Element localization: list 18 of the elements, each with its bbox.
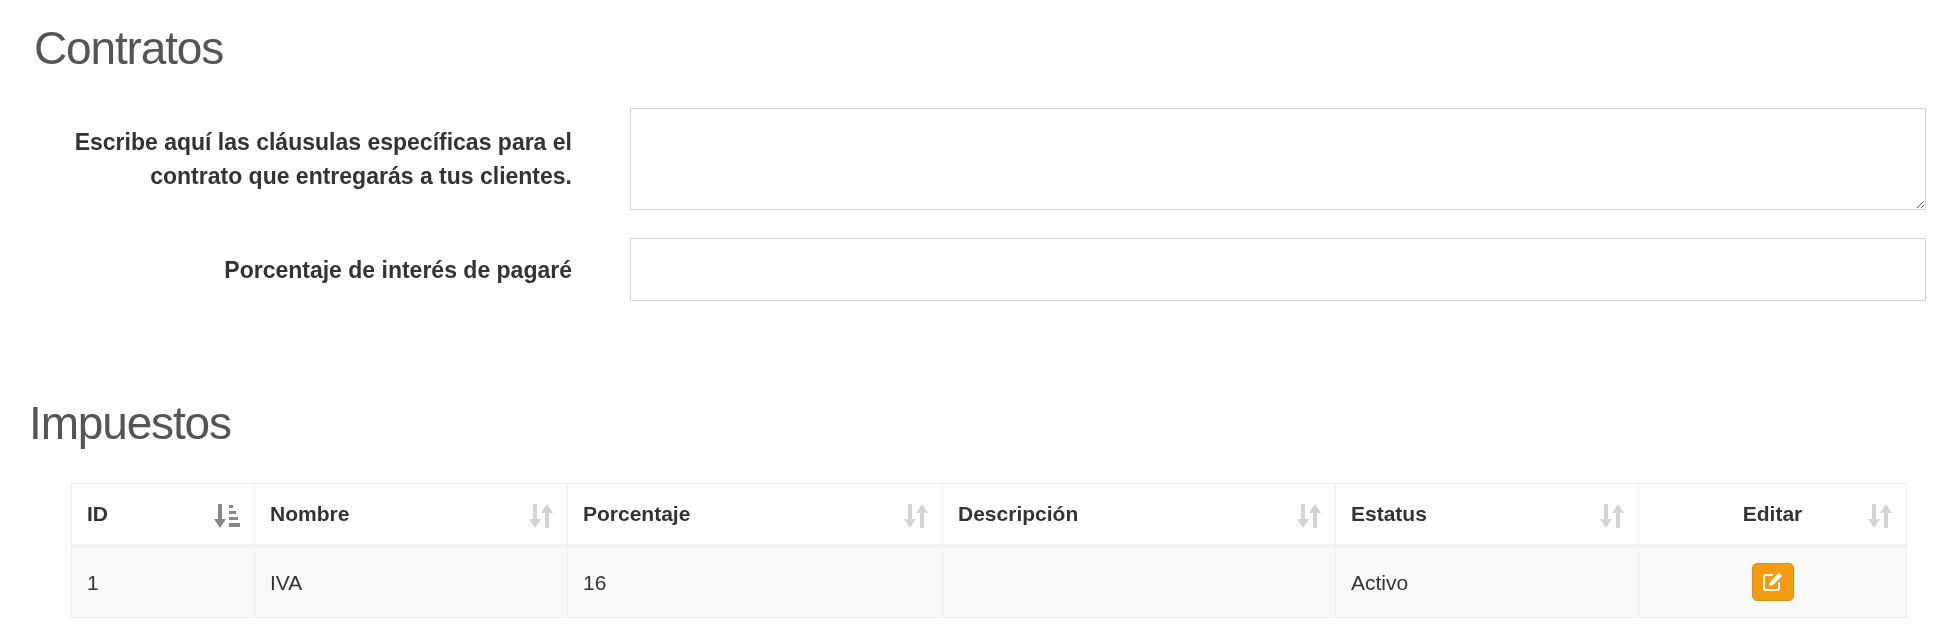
field-label: Porcentaje de interés de pagaré bbox=[223, 255, 573, 285]
text-area[interactable] bbox=[630, 108, 1926, 210]
edit-icon bbox=[1761, 572, 1784, 593]
column-header[interactable]: Descripción bbox=[942, 483, 1336, 546]
input-field[interactable] bbox=[630, 238, 1926, 301]
field-label: Escribe aquí las cláusulas específicas para el contrato que entregarás a tus clientes. bbox=[73, 128, 573, 191]
edit-button[interactable] bbox=[1751, 563, 1794, 602]
table-cell: IVA bbox=[254, 545, 568, 618]
table-cell: 16 bbox=[567, 545, 943, 618]
column-header[interactable]: Nombre bbox=[254, 483, 568, 546]
section-title: Contratos bbox=[34, 21, 225, 76]
column-header[interactable]: Editar bbox=[1638, 483, 1907, 546]
column-header[interactable]: Estatus bbox=[1335, 483, 1639, 546]
table-cell: 1 bbox=[71, 545, 255, 618]
table-cell: Activo bbox=[1335, 545, 1639, 618]
column-header[interactable]: ID bbox=[71, 483, 255, 546]
section-title: Impuestos bbox=[29, 396, 232, 451]
column-header[interactable]: Porcentaje bbox=[567, 483, 943, 546]
